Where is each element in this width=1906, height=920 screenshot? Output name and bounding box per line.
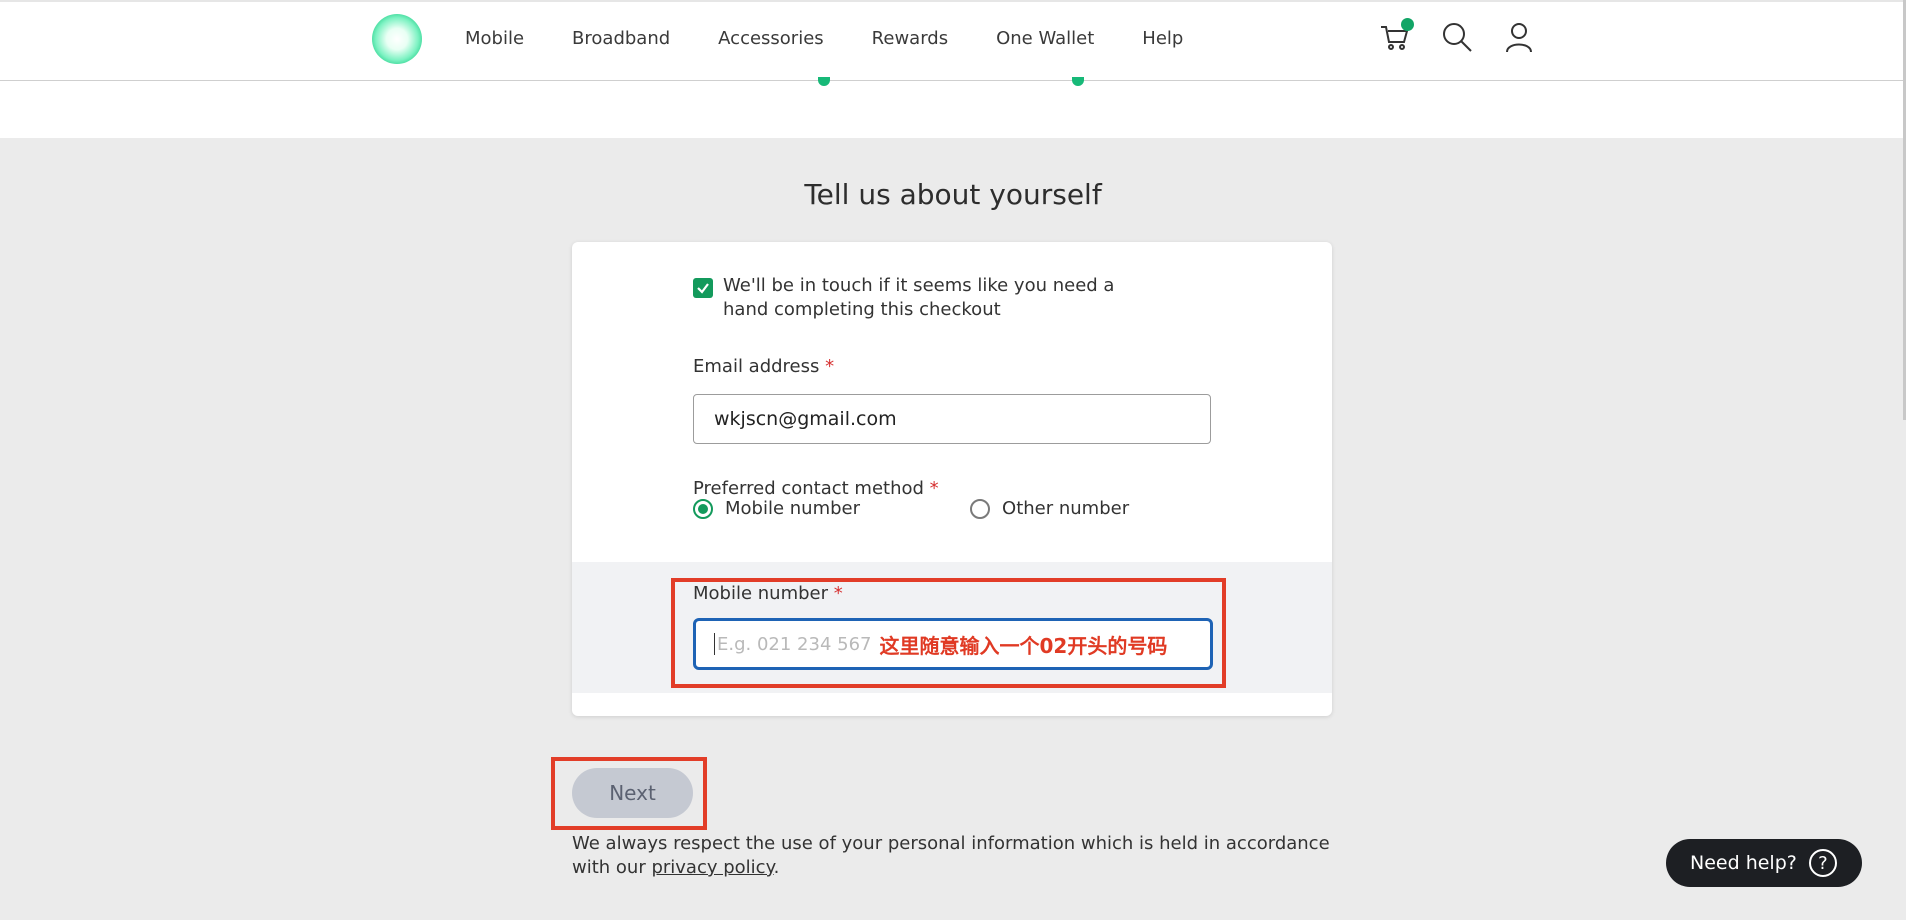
- nav-item-broadband[interactable]: Broadband: [572, 28, 670, 49]
- need-help-label: Need help?: [1690, 852, 1797, 874]
- consent-row: We'll be in touch if it seems like you n…: [693, 274, 1133, 322]
- required-marker: *: [929, 478, 939, 499]
- search-icon[interactable]: [1440, 20, 1474, 54]
- consent-checkbox[interactable]: [693, 278, 713, 298]
- progress-step-marker: [818, 77, 830, 86]
- privacy-policy-link[interactable]: privacy policy: [651, 857, 773, 878]
- nav-item-help[interactable]: Help: [1142, 28, 1183, 49]
- radio-mobile-number-label[interactable]: Mobile number: [725, 498, 860, 519]
- account-icon[interactable]: [1502, 20, 1536, 54]
- email-value: wkjscn@gmail.com: [714, 408, 897, 430]
- privacy-text-end: .: [773, 857, 780, 878]
- required-marker: *: [825, 356, 835, 377]
- site-header: Mobile Broadband Accessories Rewards One…: [0, 0, 1906, 81]
- nav-item-one-wallet[interactable]: One Wallet: [996, 28, 1094, 49]
- email-label: Email address *: [693, 356, 834, 377]
- progress-step-marker: [1072, 77, 1084, 86]
- checkout-progress: [0, 77, 1906, 138]
- radio-mobile-number[interactable]: [693, 498, 713, 519]
- email-field[interactable]: wkjscn@gmail.com: [693, 394, 1211, 444]
- question-icon: ?: [1808, 849, 1837, 877]
- header-actions: [1378, 18, 1536, 54]
- contact-method-label: Preferred contact method *: [693, 478, 939, 499]
- annotation-highlight-mobile: [671, 578, 1226, 688]
- nav-item-accessories[interactable]: Accessories: [718, 28, 824, 49]
- radio-other-number[interactable]: [970, 498, 991, 519]
- radio-other-number-label[interactable]: Other number: [1002, 498, 1129, 519]
- main-nav: Mobile Broadband Accessories Rewards One…: [465, 28, 1231, 49]
- contact-method-label-text: Preferred contact method: [693, 478, 924, 499]
- contact-method-options: Mobile number Other number: [693, 498, 1129, 519]
- nav-item-mobile[interactable]: Mobile: [465, 28, 524, 49]
- cart-icon[interactable]: [1378, 18, 1414, 54]
- brand-logo[interactable]: [372, 14, 422, 64]
- next-button[interactable]: Next: [572, 768, 693, 818]
- check-icon: [697, 283, 709, 294]
- need-help-button[interactable]: Need help? ?: [1666, 839, 1862, 887]
- email-label-text: Email address: [693, 356, 820, 377]
- cart-notification-dot: [1401, 18, 1414, 31]
- privacy-notice: We always respect the use of your person…: [572, 832, 1352, 880]
- nav-item-rewards[interactable]: Rewards: [872, 28, 948, 49]
- page-title: Tell us about yourself: [804, 178, 1102, 211]
- consent-label: We'll be in touch if it seems like you n…: [723, 275, 1115, 320]
- checkout-main: Tell us about yourself We'll be in touch…: [0, 138, 1906, 920]
